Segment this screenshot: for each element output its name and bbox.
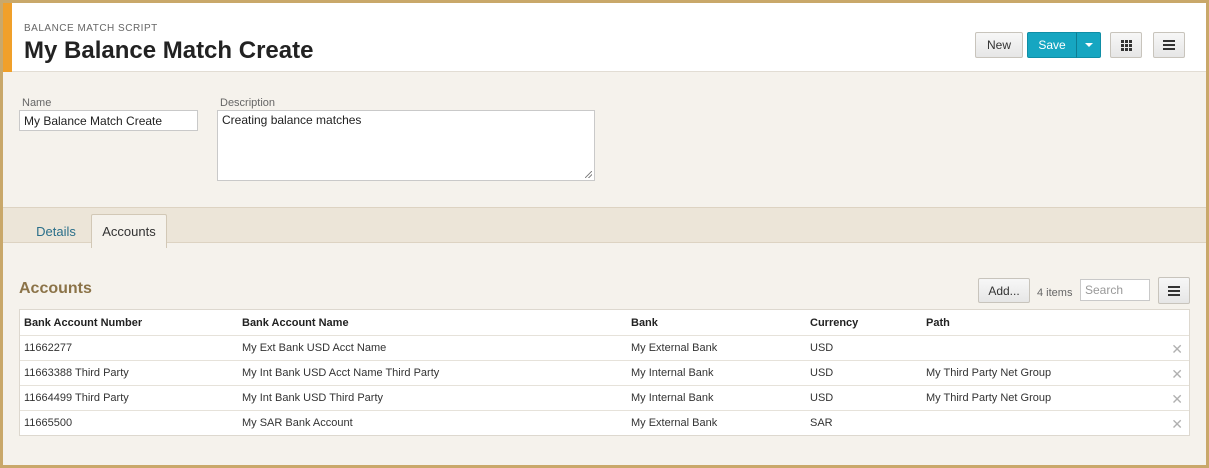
column-header[interactable]: Path [922, 317, 1152, 329]
cell-account-number: 11663388 Third Party [24, 367, 129, 379]
cell-currency: USD [810, 392, 834, 404]
page-subtitle: BALANCE MATCH SCRIPT [24, 23, 158, 34]
cell-path: My Third Party Net Group [926, 367, 1052, 379]
name-label: Name [22, 97, 52, 109]
hamburger-icon [1168, 285, 1180, 296]
new-button[interactable]: New [975, 32, 1023, 58]
page-header: BALANCE MATCH SCRIPT My Balance Match Cr… [3, 3, 1206, 72]
accounts-section-title: Accounts [19, 280, 92, 297]
grid-view-button[interactable] [1110, 32, 1142, 58]
table-row[interactable]: 11663388 Third Party My Int Bank USD Acc… [20, 360, 1189, 385]
cell-account-number: 11665500 [24, 417, 73, 429]
page-title: My Balance Match Create [24, 37, 314, 64]
save-button[interactable]: Save [1027, 32, 1077, 58]
cell-currency: SAR [810, 417, 833, 429]
remove-row-icon[interactable]: ✕ [1171, 341, 1183, 358]
cell-account-name: My Int Bank USD Third Party [242, 392, 384, 404]
column-header[interactable]: Bank [627, 317, 806, 329]
cell-currency: USD [810, 342, 834, 354]
menu-button[interactable] [1153, 32, 1185, 58]
column-header[interactable]: Bank Account Number [20, 317, 238, 329]
app-frame: BALANCE MATCH SCRIPT My Balance Match Cr… [3, 3, 1206, 465]
cell-account-number: 11664499 Third Party [24, 392, 129, 404]
cell-currency: USD [810, 367, 834, 379]
cell-account-name: My SAR Bank Account [242, 417, 353, 429]
cell-bank: My External Bank [631, 342, 718, 354]
items-count: 4 items [1037, 287, 1073, 299]
tab-accounts[interactable]: Accounts [91, 214, 167, 248]
table-row[interactable]: 11662277 My Ext Bank USD Acct Name My Ex… [20, 335, 1189, 360]
table-row[interactable]: 11664499 Third Party My Int Bank USD Thi… [20, 385, 1189, 410]
remove-row-icon[interactable]: ✕ [1171, 391, 1183, 408]
cell-path: My Third Party Net Group [926, 392, 1052, 404]
cell-bank: My Internal Bank [631, 392, 714, 404]
resize-handle-icon[interactable] [585, 171, 592, 178]
description-field[interactable]: Creating balance matches [217, 110, 595, 181]
table-row[interactable]: 11665500 My SAR Bank Account My External… [20, 410, 1189, 435]
table-menu-button[interactable] [1158, 277, 1190, 304]
cell-account-number: 11662277 [24, 342, 73, 354]
search-input[interactable] [1080, 279, 1150, 301]
cell-account-name: My Int Bank USD Acct Name Third Party [242, 367, 440, 379]
description-text: Creating balance matches [222, 113, 362, 127]
remove-row-icon[interactable]: ✕ [1171, 366, 1183, 383]
cell-bank: My External Bank [631, 417, 718, 429]
save-dropdown-button[interactable] [1076, 32, 1101, 58]
add-account-button[interactable]: Add... [978, 278, 1030, 303]
grid-icon [1120, 39, 1132, 51]
tab-details[interactable]: Details [25, 214, 87, 248]
name-field[interactable] [19, 110, 198, 131]
header-accent-bar [3, 3, 12, 72]
tab-bar: Details Accounts [3, 207, 1206, 248]
accounts-table: Bank Account Number Bank Account Name Ba… [19, 309, 1190, 436]
cell-account-name: My Ext Bank USD Acct Name [242, 342, 387, 354]
column-header[interactable]: Currency [806, 317, 922, 329]
cell-bank: My Internal Bank [631, 367, 714, 379]
chevron-down-icon [1084, 43, 1093, 47]
hamburger-icon [1163, 40, 1175, 50]
column-header[interactable]: Bank Account Name [238, 317, 627, 329]
remove-row-icon[interactable]: ✕ [1171, 416, 1183, 433]
description-label: Description [220, 97, 276, 109]
table-header-row: Bank Account Number Bank Account Name Ba… [20, 310, 1189, 335]
